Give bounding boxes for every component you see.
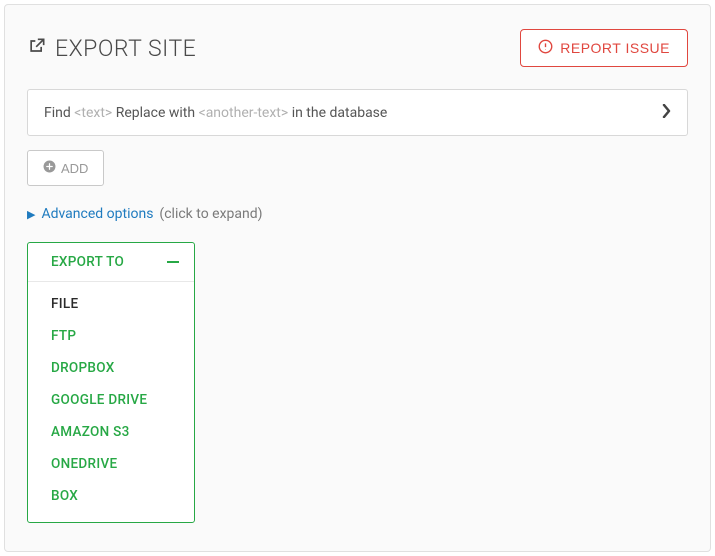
report-issue-button[interactable]: REPORT ISSUE [520, 29, 688, 67]
export-option-box[interactable]: BOX [28, 480, 194, 512]
page-title: EXPORT SITE [55, 35, 196, 62]
export-option-amazons3[interactable]: AMAZON S3 [28, 416, 194, 448]
caret-right-icon: ▶ [27, 208, 35, 221]
export-icon [27, 36, 47, 60]
export-option-onedrive[interactable]: ONEDRIVE [28, 448, 194, 480]
advanced-options-toggle[interactable]: ▶ Advanced options (click to expand) [27, 206, 688, 222]
chevron-right-icon [661, 103, 671, 122]
minus-icon [167, 261, 179, 263]
export-site-panel: EXPORT SITE REPORT ISSUE Find <text> Rep… [4, 4, 711, 552]
export-to-dropdown: EXPORT TO FILE FTP DROPBOX GOOGLE DRIVE … [27, 242, 195, 523]
find-replace-row[interactable]: Find <text> Replace with <another-text> … [27, 89, 688, 136]
report-issue-label: REPORT ISSUE [560, 40, 670, 56]
find-replace-text: Find <text> Replace with <another-text> … [44, 105, 387, 121]
export-to-list: FILE FTP DROPBOX GOOGLE DRIVE AMAZON S3 … [28, 282, 194, 522]
advanced-options-label: Advanced options [41, 206, 153, 222]
plus-circle-icon [43, 160, 56, 176]
alert-icon [538, 39, 553, 57]
export-option-file[interactable]: FILE [28, 288, 194, 320]
export-to-dropdown-header[interactable]: EXPORT TO [28, 243, 194, 282]
panel-header: EXPORT SITE REPORT ISSUE [27, 29, 688, 67]
title-wrap: EXPORT SITE [27, 35, 196, 62]
add-button[interactable]: ADD [27, 150, 104, 186]
export-option-ftp[interactable]: FTP [28, 320, 194, 352]
export-option-googledrive[interactable]: GOOGLE DRIVE [28, 384, 194, 416]
add-button-label: ADD [61, 161, 88, 176]
export-to-label: EXPORT TO [51, 254, 124, 270]
export-option-dropbox[interactable]: DROPBOX [28, 352, 194, 384]
advanced-options-hint: (click to expand) [159, 206, 262, 222]
